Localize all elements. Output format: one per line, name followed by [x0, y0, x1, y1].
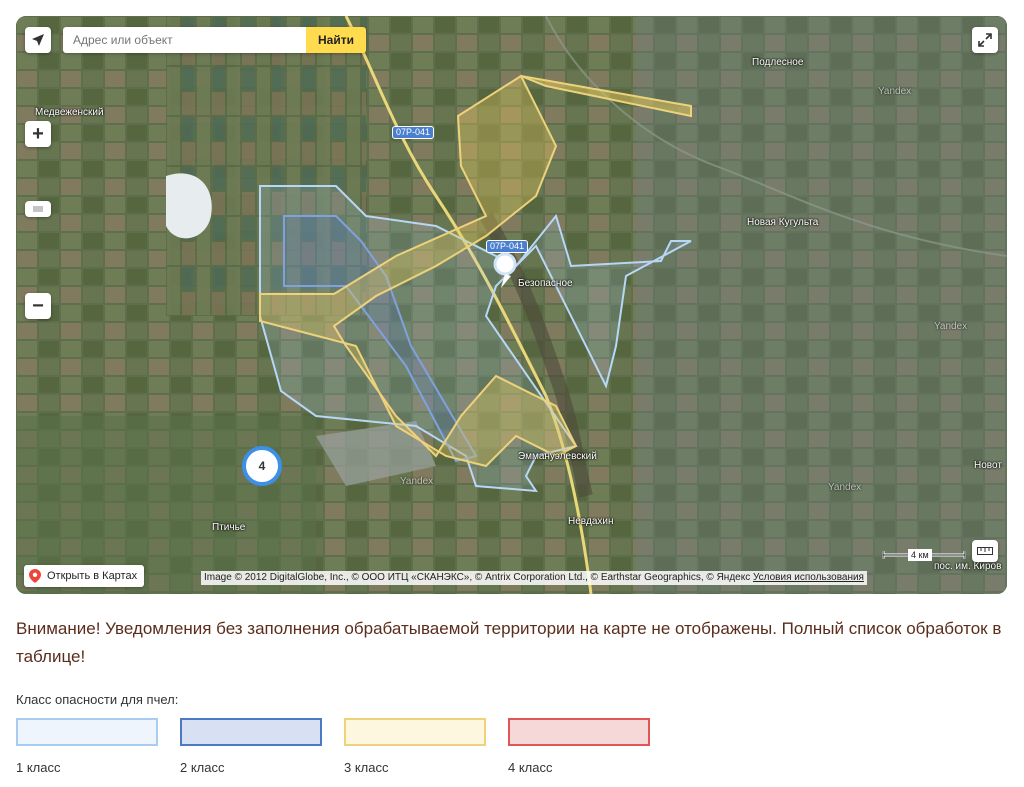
copyright-text: Image © 2012 DigitalGlobe, Inc., © ООО И…: [204, 572, 753, 583]
legend-swatch-class-4: [508, 718, 650, 746]
grip-icon: [33, 206, 43, 212]
place-label-pos-im-kirova: пос. им. Киров: [934, 561, 1002, 572]
copyright-notice: Image © 2012 DigitalGlobe, Inc., © ООО И…: [201, 571, 867, 585]
watermark-yandex: Yandex: [400, 476, 434, 487]
location-arrow-icon: [32, 34, 44, 46]
legend-swatch-class-3: [344, 718, 486, 746]
satellite-imagery: [16, 16, 1007, 594]
place-label-emmanuelevsky: Эммануэлевский: [518, 451, 597, 462]
legend-label-class-3: 3 класс: [344, 760, 389, 775]
scale-bar: 4 км: [882, 549, 966, 561]
legend-label-class-2: 2 класс: [180, 760, 225, 775]
zoom-out-button[interactable]: −: [25, 293, 51, 319]
watermark-yandex: Yandex: [934, 321, 968, 332]
search-bar: Найти: [63, 27, 366, 53]
place-label-ptichye: Птичье: [212, 522, 246, 533]
place-label-podlesnoe: Подлесное: [752, 57, 804, 68]
road-badge: 07Р-041: [486, 240, 529, 253]
terms-link[interactable]: Условия использования: [753, 572, 864, 583]
map-view[interactable]: Подлесное Медвеженский Новая Кугульта Бе…: [16, 16, 1007, 594]
search-input[interactable]: [63, 27, 306, 53]
place-label-medvezhensky: Медвеженский: [35, 107, 104, 118]
watermark-yandex: Yandex: [828, 482, 862, 493]
legend-title: Класс опасности для пчел:: [16, 692, 179, 707]
legend-swatch-class-2: [180, 718, 322, 746]
expand-icon: [978, 33, 992, 47]
place-label-novot: Новот: [974, 460, 1002, 471]
open-in-maps-button[interactable]: Открыть в Картах: [24, 565, 145, 587]
legend-label-class-4: 4 класс: [508, 760, 553, 775]
zoom-slider-handle[interactable]: [25, 201, 51, 217]
road-badge: 07Р-041: [392, 126, 435, 139]
geolocation-button[interactable]: [25, 27, 51, 53]
ruler-button[interactable]: [972, 540, 998, 562]
place-label-nevdakhin: Невдахин: [568, 516, 614, 527]
watermark-yandex: Yandex: [878, 86, 912, 97]
legend-label-class-1: 1 класс: [16, 760, 61, 775]
map-pin-icon: [29, 569, 41, 583]
scale-label: 4 км: [908, 549, 932, 561]
place-label-bezopasnoe: Безопасное: [518, 278, 573, 289]
fullscreen-button[interactable]: [972, 27, 998, 53]
ruler-icon: [977, 547, 993, 555]
cluster-marker[interactable]: 4: [242, 446, 282, 486]
warning-message: Внимание! Уведомления без заполнения обр…: [16, 619, 1002, 666]
open-in-maps-label: Открыть в Картах: [47, 570, 138, 582]
zoom-in-button[interactable]: +: [25, 121, 51, 147]
place-label-novaya-kugulta: Новая Кугульта: [747, 217, 819, 228]
search-button[interactable]: Найти: [306, 27, 366, 53]
legend-swatch-class-1: [16, 718, 158, 746]
